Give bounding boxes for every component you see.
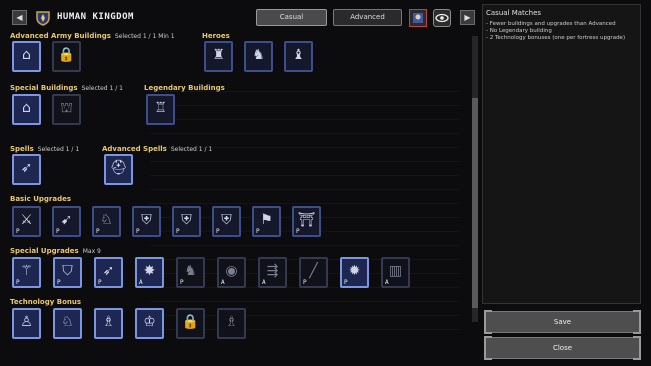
section-title: Legendary Buildings	[144, 84, 225, 92]
slot-type-tag: P	[57, 279, 61, 286]
prev-faction-button[interactable]: ◀	[12, 10, 27, 25]
special-buildings-slot[interactable]: ⌂	[12, 94, 41, 125]
section-title: Basic Upgrades	[10, 195, 72, 203]
wizard-tech-icon: ♗	[225, 314, 238, 330]
next-faction-button[interactable]: ▶	[460, 10, 475, 25]
stable-building-icon: ⌂	[22, 47, 31, 63]
section-title: Advanced Spells Selected 1 / 1	[102, 145, 213, 153]
advanced-army-slot[interactable]: ⌂	[12, 41, 41, 72]
eye-icon[interactable]	[433, 9, 451, 27]
priest-tech-icon: ♔	[143, 314, 156, 330]
panel-title: Casual Matches	[486, 9, 542, 17]
hero-mage-icon: ♝	[292, 47, 305, 63]
knight-helmet-spell-icon: ⛑	[109, 160, 128, 176]
special-upgrades-slot[interactable]: ➶ P	[94, 257, 123, 288]
slot-type-tag: P	[16, 279, 20, 286]
mode-info-panel: Casual Matches - Fewer buildings and upg…	[482, 4, 641, 304]
save-button[interactable]: Save	[484, 310, 641, 334]
spells-slot[interactable]: ➶	[12, 154, 41, 185]
arrow-volley-spell-icon: ➶	[20, 160, 33, 176]
locked-building-icon: 🔒	[57, 47, 76, 63]
slot-type-tag: P	[96, 228, 100, 235]
section-title: Technology Bonus	[10, 298, 82, 306]
special-upgrades-slot[interactable]: ◉ A	[217, 257, 246, 288]
section-title: Special Buildings Selected 1 / 1	[10, 84, 123, 92]
section-title: Advanced Army Buildings Selected 1 / 1 Mi…	[10, 32, 175, 40]
basic-upgrades-slot[interactable]: ♘ P	[92, 206, 121, 237]
special-upgrades-slot[interactable]: ✹ P	[340, 257, 369, 288]
basic-upgrades-slot[interactable]: ⛩ P	[292, 206, 321, 237]
technology-slot[interactable]: ♘	[53, 308, 82, 339]
slot-type-tag: A	[385, 279, 389, 286]
barracks-building-icon: ⌂	[22, 100, 31, 116]
special-upgrades-slot[interactable]: ⛉ P	[53, 257, 82, 288]
slot-type-tag: A	[221, 279, 225, 286]
special-upgrades-slot[interactable]: ⚚ P	[12, 257, 41, 288]
technology-slot[interactable]: 🔒	[176, 308, 205, 339]
temple-building-icon: ⛫	[60, 100, 73, 116]
technology-slot[interactable]: ♗	[217, 308, 246, 339]
technology-slot[interactable]: ♔	[135, 308, 164, 339]
slot-type-tag: P	[176, 228, 180, 235]
basic-upgrades-slot[interactable]: ⛨ P	[132, 206, 161, 237]
hero-knight-icon: ♞	[252, 47, 265, 63]
panel-description: - Fewer buildings and upgrades than Adva…	[486, 21, 636, 42]
heroes-slot[interactable]: ♝	[284, 41, 313, 72]
technology-slot[interactable]: ♙	[12, 308, 41, 339]
casual-mode-button[interactable]: Casual	[256, 9, 327, 26]
slot-type-tag: P	[16, 228, 20, 235]
slot-type-tag: P	[256, 228, 260, 235]
section-title: Heroes	[202, 32, 230, 40]
slot-type-tag: P	[344, 279, 348, 286]
castle-building-icon: ♖	[154, 100, 167, 116]
advanced-army-slot[interactable]: 🔒	[52, 41, 81, 72]
special-buildings-slot[interactable]: ⛫	[52, 94, 81, 125]
close-button[interactable]: Close	[484, 336, 641, 360]
faction-shield-icon	[36, 11, 50, 26]
slot-type-tag: P	[56, 228, 60, 235]
special-upgrades-slot[interactable]: ✸ A	[135, 257, 164, 288]
basic-upgrades-slot[interactable]: ⛨ P	[172, 206, 201, 237]
legendary-slot[interactable]: ♖	[146, 94, 175, 125]
basic-upgrades-slot[interactable]: ⚑ P	[252, 206, 281, 237]
list-scrollbar[interactable]	[472, 36, 478, 322]
knight-tech-icon: ♘	[61, 314, 74, 330]
build-options-list: Advanced Army Buildings Selected 1 / 1 Mi…	[0, 28, 470, 366]
crossbowman-tech-icon: ♗	[102, 314, 115, 330]
slot-type-tag: A	[139, 279, 143, 286]
technology-slot[interactable]: ♗	[94, 308, 123, 339]
panel-line: - Fewer buildings and upgrades than Adva…	[486, 21, 616, 27]
special-upgrades-slot[interactable]: ╱ P	[299, 257, 328, 288]
scrollbar-thumb[interactable]	[472, 98, 478, 308]
special-upgrades-slot[interactable]: ⇶ A	[258, 257, 287, 288]
hero-banner-icon: ♜	[212, 47, 225, 63]
panel-line: - 2 Technology bonuses (one per fortress…	[486, 35, 626, 41]
section-title: Special Upgrades Max 9	[10, 247, 101, 255]
basic-upgrades-slot[interactable]: ⛨ P	[212, 206, 241, 237]
slot-type-tag: A	[262, 279, 266, 286]
slot-type-tag: P	[216, 228, 220, 235]
page-title: HUMAN KINGDOM	[57, 12, 134, 22]
heroes-slot[interactable]: ♜	[204, 41, 233, 72]
advanced-spells-slot[interactable]: ⛑	[104, 154, 133, 185]
panel-line: - No Legendary building	[486, 28, 552, 34]
advanced-mode-button[interactable]: Advanced	[333, 9, 402, 26]
special-upgrades-slot[interactable]: ▥ A	[381, 257, 410, 288]
slot-type-tag: P	[296, 228, 300, 235]
slot-type-tag: P	[98, 279, 102, 286]
basic-upgrades-slot[interactable]: ⚔ P	[12, 206, 41, 237]
faction-portrait-icon[interactable]	[409, 9, 427, 27]
slot-type-tag: P	[303, 279, 307, 286]
soldier-tech-icon: ♙	[20, 314, 33, 330]
slot-type-tag: P	[136, 228, 140, 235]
section-title: Spells Selected 1 / 1	[10, 145, 80, 153]
basic-upgrades-slot[interactable]: ➹ P	[52, 206, 81, 237]
special-upgrades-slot[interactable]: ♞ P	[176, 257, 205, 288]
heroes-slot[interactable]: ♞	[244, 41, 273, 72]
locked-tech-icon: 🔒	[181, 314, 200, 330]
slot-type-tag: P	[180, 279, 184, 286]
